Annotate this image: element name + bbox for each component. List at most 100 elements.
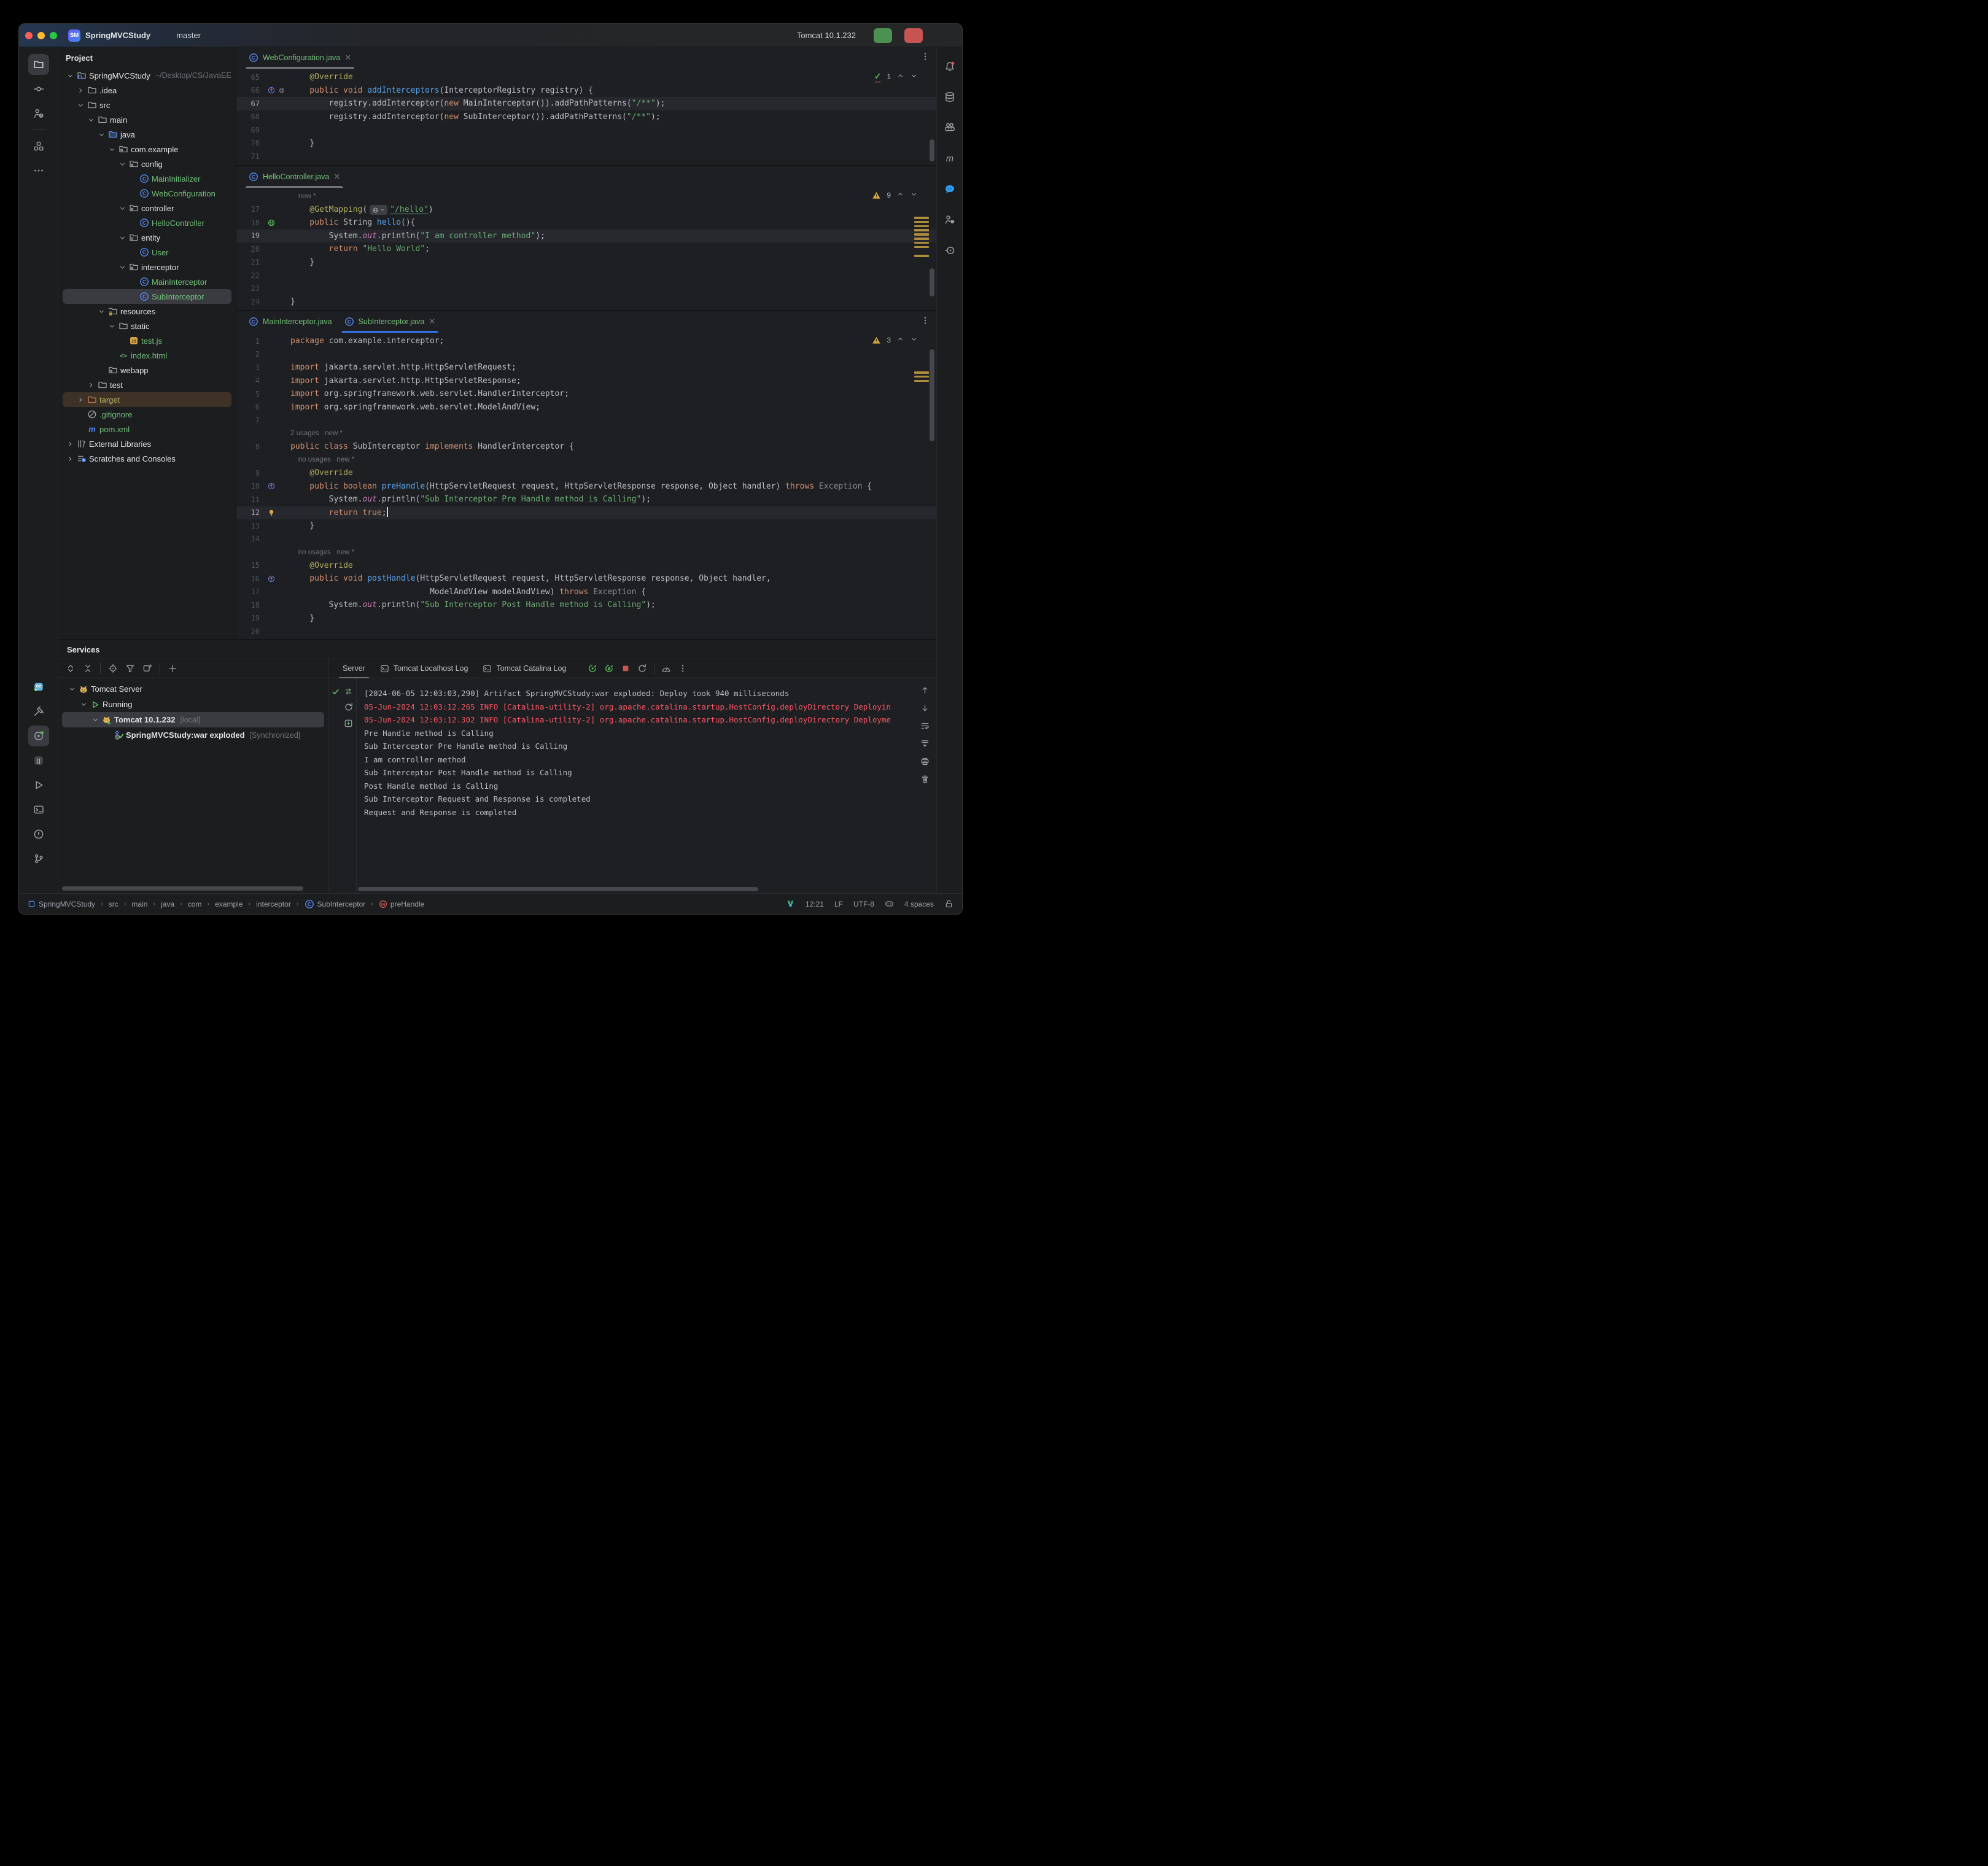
tree-item-hellocontroller[interactable]: C HelloController xyxy=(63,215,231,230)
tree-item-com-example[interactable]: com.example xyxy=(63,142,231,157)
chevron-down-icon[interactable] xyxy=(117,160,128,168)
breadcrumb-item-example[interactable]: example xyxy=(215,900,243,908)
tool-stripe-button-commit[interactable] xyxy=(28,79,49,99)
chevron-down-icon[interactable] xyxy=(76,101,86,109)
warning-stripe-mark[interactable] xyxy=(914,241,929,244)
project-widget[interactable]: SpringMVCStudy xyxy=(85,31,162,40)
breadcrumb-item-src[interactable]: src xyxy=(109,900,118,908)
editor-tab-webconfiguration-java[interactable]: C WebConfiguration.java ✕ xyxy=(243,47,357,69)
warning-stripe-mark[interactable] xyxy=(914,217,929,219)
tab-bar-more-icon[interactable] xyxy=(920,316,930,327)
console-hscrollbar[interactable] xyxy=(358,887,759,891)
services-item-tomcat-server[interactable]: Tomcat Server xyxy=(62,681,324,697)
status-widget-lf[interactable]: LF xyxy=(834,900,843,908)
breadcrumb-item-prehandle[interactable]: m preHandle xyxy=(379,900,424,908)
warning-stripe-mark[interactable] xyxy=(914,229,929,231)
tree-item-test[interactable]: test xyxy=(63,377,231,392)
warning-stripe-mark[interactable] xyxy=(914,220,929,223)
warning-stripe-mark[interactable] xyxy=(914,233,929,236)
chevron-right-icon[interactable] xyxy=(76,396,86,404)
chevron-down-icon[interactable] xyxy=(107,322,117,330)
breadcrumb-item-main[interactable]: main xyxy=(131,900,147,908)
tool-stripe-button-chat[interactable] xyxy=(939,179,960,199)
tree-item-scratches-and-consoles[interactable]: Scratches and Consoles xyxy=(63,451,231,466)
tree-item-java[interactable]: java xyxy=(63,127,231,142)
branch-widget[interactable]: master xyxy=(173,31,212,40)
open-split-button[interactable] xyxy=(142,664,152,673)
rerun-button[interactable] xyxy=(588,664,597,673)
tool-stripe-button-code-with-me[interactable] xyxy=(939,209,960,230)
tool-stripe-button-run-play[interactable] xyxy=(28,775,49,796)
tree-item--gitignore[interactable]: .gitignore xyxy=(63,407,231,422)
prev-problem-icon[interactable] xyxy=(896,335,904,345)
tool-stripe-button-bookmarks-brackets[interactable]: [] xyxy=(28,750,49,771)
warning-stripe-mark[interactable] xyxy=(914,238,929,240)
status-widget-utf-8[interactable]: UTF-8 xyxy=(853,900,874,908)
editor-content[interactable]: new * 17 @GetMapping("/hello") 18 public S… xyxy=(236,187,936,310)
tree-item-interceptor[interactable]: interceptor xyxy=(63,260,231,274)
chevron-down-icon[interactable] xyxy=(117,234,128,242)
tree-item-user[interactable]: C User xyxy=(63,245,231,260)
console-tab-server[interactable]: Server xyxy=(336,659,372,679)
inspections-widget[interactable]: ✓ 1 xyxy=(874,71,918,83)
stop-button[interactable] xyxy=(904,28,923,43)
tree-item-entity[interactable]: entity xyxy=(63,230,231,245)
editor-tab-maininterceptor-java[interactable]: C MainInterceptor.java xyxy=(243,311,338,332)
tree-item-maininitializer[interactable]: C MainInitializer xyxy=(63,171,231,186)
console-tab-tomcat-localhost-log[interactable]: Tomcat Localhost Log xyxy=(373,659,475,678)
tree-item-main[interactable]: main xyxy=(63,112,231,127)
add-button[interactable] xyxy=(168,664,177,673)
tool-stripe-button-version-control[interactable] xyxy=(28,848,49,869)
expand-all-button[interactable] xyxy=(66,664,76,673)
tree-item-subinterceptor[interactable]: C SubInterceptor xyxy=(63,289,231,304)
tree-item-static[interactable]: static xyxy=(63,319,231,333)
services-item-springmvcstudy-war-exploded[interactable]: SpringMVCStudy:war exploded [Synchronized… xyxy=(62,727,324,743)
chevron-down-icon[interactable] xyxy=(65,72,76,80)
stop-small-button[interactable] xyxy=(621,664,631,673)
chevron-down-icon[interactable] xyxy=(117,204,128,212)
chevron-right-icon[interactable] xyxy=(65,455,76,463)
close-icon[interactable]: ✕ xyxy=(344,53,351,61)
chevron-right-icon[interactable] xyxy=(86,381,96,389)
override-gutter-icon[interactable] xyxy=(267,482,276,490)
status-widget-4-spaces[interactable]: 4 spaces xyxy=(904,900,934,908)
warning-stripe-mark[interactable] xyxy=(914,255,929,257)
chevron-down-icon[interactable] xyxy=(86,116,96,124)
services-item-running[interactable]: Running xyxy=(62,697,324,712)
tab-bar-more-icon[interactable] xyxy=(920,52,930,63)
tool-stripe-button-pull-requests[interactable]: ? xyxy=(28,103,49,124)
breadcrumb-item-interceptor[interactable]: interceptor xyxy=(256,900,291,908)
tree-item-webconfiguration[interactable]: C WebConfiguration xyxy=(63,186,231,201)
tree-item-controller[interactable]: controller xyxy=(63,201,231,215)
override-gutter-icon[interactable] xyxy=(267,575,276,583)
chevron-down-icon[interactable] xyxy=(96,308,107,316)
close-icon[interactable]: ✕ xyxy=(333,172,340,180)
inspections-widget[interactable]: 9 xyxy=(872,190,918,200)
breadcrumb-item-java[interactable]: java xyxy=(161,900,174,908)
tool-stripe-button-more[interactable] xyxy=(28,160,49,181)
warning-stripe-mark[interactable] xyxy=(914,246,929,249)
chevron-down-icon[interactable] xyxy=(107,145,117,153)
status-vlogo-widget[interactable] xyxy=(786,899,795,908)
breadcrumb-item-com[interactable]: com xyxy=(188,900,202,908)
tool-stripe-button-structure[interactable] xyxy=(28,136,49,157)
printer-button[interactable] xyxy=(920,757,930,766)
collapse-all-button[interactable] xyxy=(83,664,93,673)
next-problem-icon[interactable] xyxy=(910,335,918,345)
console-tab-tomcat-catalina-log[interactable]: Tomcat Catalina Log xyxy=(476,659,573,678)
chevron-right-icon[interactable] xyxy=(76,87,86,95)
tree-item-external-libraries[interactable]: External Libraries xyxy=(63,436,231,451)
tool-stripe-button-notifications[interactable] xyxy=(939,56,960,77)
tool-stripe-button-services-hex[interactable] xyxy=(28,726,49,746)
maximize-window-button[interactable] xyxy=(50,31,57,39)
status-unlock-widget[interactable] xyxy=(944,899,953,908)
tree-item-test-js[interactable]: JS test.js xyxy=(63,333,231,348)
next-problem-icon[interactable] xyxy=(910,190,918,200)
inspections-widget[interactable]: 3 xyxy=(872,335,918,345)
arrow-down-button[interactable] xyxy=(920,703,930,713)
arrow-up-button[interactable] xyxy=(920,686,930,695)
chevron-down-icon[interactable] xyxy=(96,131,107,139)
editor-tab-subinterceptor-java[interactable]: C SubInterceptor.java ✕ xyxy=(338,311,442,333)
close-icon[interactable]: ✕ xyxy=(429,317,435,325)
rerun-debug-button[interactable] xyxy=(604,664,614,673)
